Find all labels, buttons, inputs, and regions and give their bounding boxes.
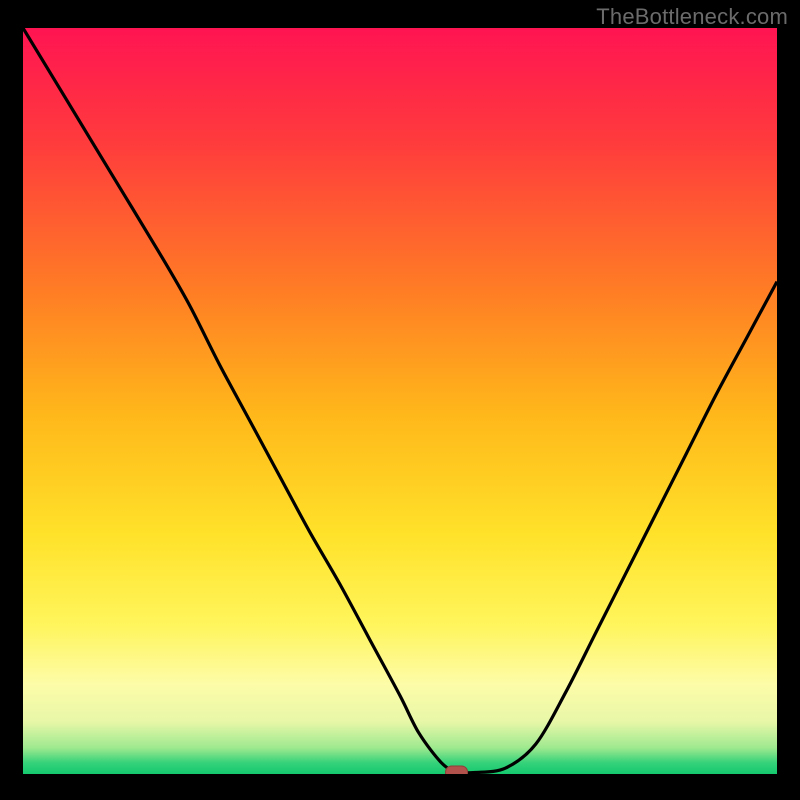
watermark-text: TheBottleneck.com: [596, 4, 788, 30]
bottleneck-chart: [0, 0, 800, 800]
plot-background-gradient: [23, 28, 777, 774]
